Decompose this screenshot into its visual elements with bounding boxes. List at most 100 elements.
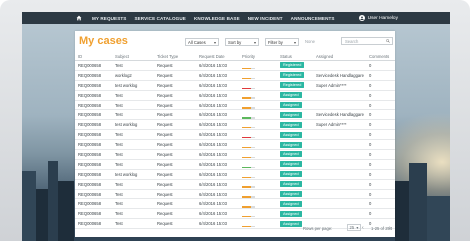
table-row[interactable]: REQ000658 Test Request 6/4/2016 15:03 Assign… bbox=[75, 189, 395, 200]
priority-bar bbox=[242, 144, 255, 149]
rows-per-page-select[interactable]: 25 ▾ bbox=[347, 224, 361, 231]
cases-panel: My cases All Cases ▾ Sort by ▾ Filter by… bbox=[75, 31, 395, 237]
priority-bar bbox=[242, 95, 255, 99]
cell-subject: Test bbox=[112, 159, 154, 170]
cell-type: Request bbox=[154, 149, 196, 160]
priority-bar bbox=[242, 75, 255, 80]
search-input[interactable]: Search bbox=[341, 37, 393, 45]
cell-subject: Test bbox=[112, 129, 154, 141]
cell-date: 6/4/2016 15:03 bbox=[196, 208, 239, 220]
table-row[interactable]: REQ000658 Test Request 6/4/2016 15:03 Assign… bbox=[75, 139, 395, 151]
background-building bbox=[36, 189, 48, 241]
priority-indicator bbox=[239, 109, 277, 121]
cell-assigned bbox=[313, 100, 366, 111]
cell-comments: 0 bbox=[366, 80, 395, 91]
column-header-request-date[interactable]: Request Date bbox=[196, 52, 239, 61]
table-row[interactable]: REQ000658 Test Request 6/4/2016 15:03 Assign… bbox=[75, 159, 395, 170]
cell-assigned: Servicedesk Handlaggare bbox=[313, 70, 366, 81]
cell-id: REQ000658 bbox=[75, 159, 112, 170]
cell-comments: 0 bbox=[366, 149, 395, 160]
column-header-assigned[interactable]: Assigned bbox=[313, 52, 366, 61]
column-header-id[interactable]: ID bbox=[75, 52, 112, 61]
priority-indicator bbox=[239, 149, 277, 160]
cell-date: 6/4/2016 15:03 bbox=[196, 159, 239, 170]
table-row[interactable]: REQ000658 Test Request 6/4/2016 15:03 Assign… bbox=[75, 179, 395, 190]
cell-id: REQ000658 bbox=[75, 90, 112, 101]
table-row[interactable]: REQ000658 Test Request 6/4/2016 15:03 Assign… bbox=[75, 109, 395, 121]
cell-assigned: Servicedesk Handlaggare bbox=[313, 109, 366, 121]
table-row[interactable]: REQ000658 Test Request 6/4/2016 15:03 Assign… bbox=[75, 198, 395, 210]
table-row[interactable]: REQ000658 Test Request 6/4/2016 15:03 Assign… bbox=[75, 90, 395, 101]
cell-comments: 0 bbox=[366, 100, 395, 111]
cell-assigned bbox=[313, 189, 366, 200]
chevron-down-icon: ▾ bbox=[213, 39, 216, 45]
cell-comments: 0 bbox=[366, 139, 395, 151]
status-badge: Assigned bbox=[280, 171, 302, 178]
previous-page-icon[interactable]: ‹ bbox=[362, 225, 364, 231]
cell-date: 6/4/2016 15:03 bbox=[196, 129, 239, 141]
column-header-subject[interactable]: Subject bbox=[112, 52, 154, 61]
priority-indicator bbox=[239, 129, 277, 141]
nav-announcements[interactable]: ANNOUNCEMENTS bbox=[291, 16, 335, 21]
nav-my-requests[interactable]: MY REQUESTS bbox=[92, 16, 126, 21]
column-header-priority[interactable]: Priority bbox=[239, 52, 277, 61]
column-header-comments[interactable]: Comments bbox=[366, 52, 395, 61]
status-badge: Assigned bbox=[280, 151, 302, 158]
status-cell: Assigned bbox=[277, 109, 313, 121]
cell-type: Request bbox=[154, 129, 196, 141]
cases-table: ID Subject Ticket Type Request Date Prio… bbox=[75, 52, 395, 230]
cell-date: 6/4/2016 15:03 bbox=[196, 189, 239, 200]
screen: MY REQUESTS SERVICE CATALOGUE KNOWLEDGE … bbox=[22, 12, 450, 241]
cell-id: REQ000658 bbox=[75, 109, 112, 121]
table-row[interactable]: REQ000658 test worklog Request 6/4/2016 15:… bbox=[75, 119, 395, 131]
table-row[interactable]: REQ000658 test worklog Request 6/4/2016 15:… bbox=[75, 169, 395, 180]
cell-comments: 0 bbox=[366, 169, 395, 180]
background-building bbox=[22, 171, 36, 241]
column-header-ticket-type[interactable]: Ticket Type bbox=[154, 52, 196, 61]
cell-assigned bbox=[313, 90, 366, 101]
table-row[interactable]: REQ000658 Test Request 6/4/2016 15:03 Assign… bbox=[75, 100, 395, 111]
nav-service-catalogue[interactable]: SERVICE CATALOGUE bbox=[134, 16, 185, 21]
table-row[interactable]: REQ000658 Test Request 6/4/2016 15:03 Assign… bbox=[75, 149, 395, 160]
status-cell: Assigned bbox=[277, 90, 313, 101]
cell-subject: Test bbox=[112, 208, 154, 220]
cell-id: REQ000658 bbox=[75, 129, 112, 141]
cases-filter-select[interactable]: All Cases ▾ bbox=[185, 38, 219, 46]
rows-per-page-label: Rows per page: bbox=[303, 226, 333, 231]
priority-bar bbox=[242, 65, 255, 70]
home-icon[interactable] bbox=[74, 14, 84, 22]
table-row[interactable]: REQ000658 worklog2 Request 6/4/2016 15:03 Re… bbox=[75, 70, 395, 81]
nav-knowledge-base[interactable]: KNOWLEDGE BASE bbox=[194, 16, 240, 21]
cell-comments: 0 bbox=[366, 90, 395, 101]
cell-subject: Test bbox=[112, 189, 154, 200]
priority-indicator bbox=[239, 208, 277, 220]
cell-subject: Test bbox=[112, 179, 154, 190]
filter-by-value: Filter by bbox=[268, 39, 283, 45]
table-row[interactable]: REQ000658 Test Request 6/4/2016 15:03 Assign… bbox=[75, 129, 395, 141]
status-cell: Assigned bbox=[277, 149, 313, 160]
priority-bar bbox=[242, 194, 255, 198]
priority-indicator bbox=[239, 179, 277, 190]
status-cell: Registered bbox=[277, 70, 313, 81]
table-row[interactable]: REQ000658 test worklog Request 6/4/2016 15:… bbox=[75, 80, 395, 91]
page-title: My cases bbox=[79, 35, 128, 47]
next-page-icon[interactable]: › bbox=[389, 225, 391, 231]
cell-type: Request bbox=[154, 189, 196, 200]
sort-by-select[interactable]: Sort by ▾ bbox=[225, 38, 259, 46]
cell-comments: 0 bbox=[366, 109, 395, 121]
cell-date: 6/4/2016 15:03 bbox=[196, 198, 239, 210]
cell-type: Request bbox=[154, 100, 196, 111]
cell-assigned: Super Admin**** bbox=[313, 119, 366, 131]
cell-assigned bbox=[313, 159, 366, 170]
background-building bbox=[48, 161, 58, 241]
priority-indicator bbox=[239, 70, 277, 81]
cell-assigned bbox=[313, 149, 366, 160]
column-header-status[interactable]: Status bbox=[277, 52, 313, 61]
nav-new-incident[interactable]: NEW INCIDENT bbox=[248, 16, 283, 21]
table-row[interactable]: REQ000658 Test Request 6/4/2016 15:03 Regist… bbox=[75, 60, 395, 71]
filter-by-select[interactable]: Filter by ▾ bbox=[265, 38, 299, 46]
table-row[interactable]: REQ000658 Test Request 6/4/2016 15:03 Assign… bbox=[75, 208, 395, 220]
cell-type: Request bbox=[154, 90, 196, 101]
user-menu[interactable]: User Hameloy bbox=[358, 12, 398, 24]
cell-type: Request bbox=[154, 119, 196, 131]
